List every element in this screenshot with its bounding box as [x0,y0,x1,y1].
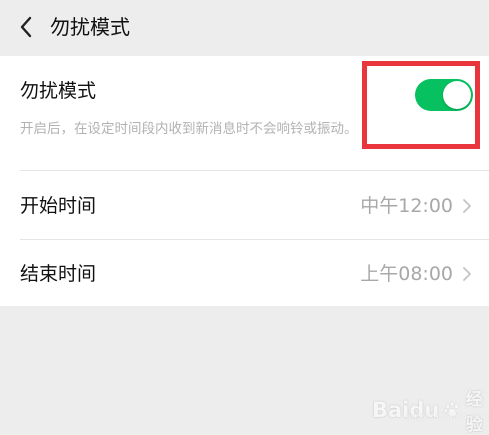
settings-card: 勿扰模式 开启后，在设定时间段内收到新消息时不会响铃或振动。 开始时间 中午12… [0,56,489,306]
watermark-url: jingyan.baidu.com [406,412,489,422]
chevron-right-icon [463,199,471,213]
divider [20,170,489,171]
dnd-mode-description: 开启后，在设定时间段内收到新消息时不会响铃或振动。 [20,121,358,137]
start-time-label: 开始时间 [20,195,97,217]
start-time-row[interactable]: 开始时间 中午12:00 [0,172,489,240]
chevron-left-icon [20,16,32,38]
page-title: 勿扰模式 [50,15,130,39]
toggle-knob [443,81,471,109]
nav-bar: 勿扰模式 [0,0,489,56]
back-button[interactable] [14,13,38,41]
start-time-value: 中午12:00 [360,195,453,217]
baidu-watermark: Baidu 经验 [372,385,489,435]
chevron-right-icon [463,267,471,281]
end-time-label: 结束时间 [20,263,97,285]
dnd-mode-toggle[interactable] [415,79,473,111]
dnd-mode-label: 勿扰模式 [20,80,97,102]
end-time-value: 上午08:00 [360,263,453,285]
watermark-suffix: 经验 [465,390,483,435]
end-time-row[interactable]: 结束时间 上午08:00 [0,240,489,308]
